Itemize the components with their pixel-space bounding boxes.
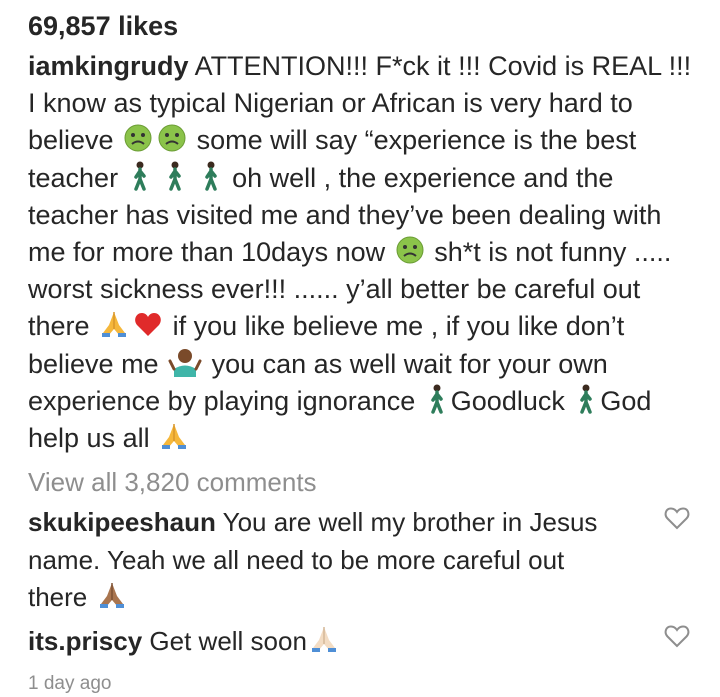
folded-hands-icon — [159, 421, 189, 461]
nauseated-face-icon — [395, 235, 425, 275]
caption-text: you can as well wait for your own — [211, 348, 608, 379]
red-heart-icon — [133, 309, 163, 349]
comment-item: skukipeeshaun You are well my brother in… — [28, 504, 648, 621]
nauseated-face-icon — [157, 123, 187, 163]
like-comment-heart-icon[interactable] — [664, 506, 690, 530]
caption-text: I know as typical Nigerian or African is… — [28, 88, 633, 119]
caption-text: believe — [28, 125, 114, 156]
caption-text: teacher has visited me and they’ve been … — [28, 199, 662, 230]
caption-text: sh*t is not funny ..... — [434, 236, 672, 267]
comment-text: there — [28, 582, 88, 612]
caption-text: God — [600, 385, 652, 416]
caption-text: there — [28, 311, 90, 342]
person-walking-icon — [163, 161, 187, 201]
person-walking-icon — [425, 384, 449, 424]
caption-text: teacher — [28, 162, 119, 193]
caption-text: experience by playing ignorance — [28, 385, 416, 416]
caption-text: if you like believe me , if you like don… — [172, 311, 625, 342]
person-shrugging-icon — [168, 347, 202, 387]
comment-item: its.priscy Get well soon — [28, 623, 648, 665]
post-caption: iamkingrudy ATTENTION!!! F*ck it !!! Cov… — [28, 48, 698, 457]
folded-hands-icon — [97, 580, 127, 621]
comment-text: name. Yeah we all need to be more carefu… — [28, 544, 565, 575]
author-username[interactable]: iamkingrudy — [28, 51, 189, 81]
nauseated-face-icon — [123, 123, 153, 163]
comment-username[interactable]: skukipeeshaun — [28, 507, 216, 537]
folded-hands-icon — [99, 309, 129, 349]
caption-text: worst sickness ever!!! ...... y’all bett… — [28, 274, 641, 305]
caption-text: ATTENTION!!! F*ck it !!! Covid is REAL !… — [194, 51, 692, 81]
comment-text: You are well my brother in Jesus — [222, 507, 598, 537]
person-walking-icon — [574, 384, 598, 424]
view-all-comments-link[interactable]: View all 3,820 comments — [28, 463, 317, 501]
post-timestamp: 1 day ago — [28, 673, 112, 694]
caption-text: help us all — [28, 422, 150, 453]
caption-text: believe me — [28, 348, 159, 379]
likes-count[interactable]: 69,857 likes — [28, 6, 178, 46]
caption-text: some will say “experience is the best — [196, 125, 637, 156]
comment-text: Get well soon — [149, 626, 307, 656]
person-walking-icon — [128, 161, 152, 201]
folded-hands-icon — [309, 624, 339, 665]
person-walking-icon — [199, 161, 223, 201]
like-comment-heart-icon[interactable] — [664, 624, 690, 648]
caption-text: Goodluck — [450, 385, 565, 416]
caption-text: me for more than 10days now — [28, 236, 386, 267]
comment-username[interactable]: its.priscy — [28, 626, 142, 656]
caption-text: oh well , the experience and the — [232, 162, 614, 193]
